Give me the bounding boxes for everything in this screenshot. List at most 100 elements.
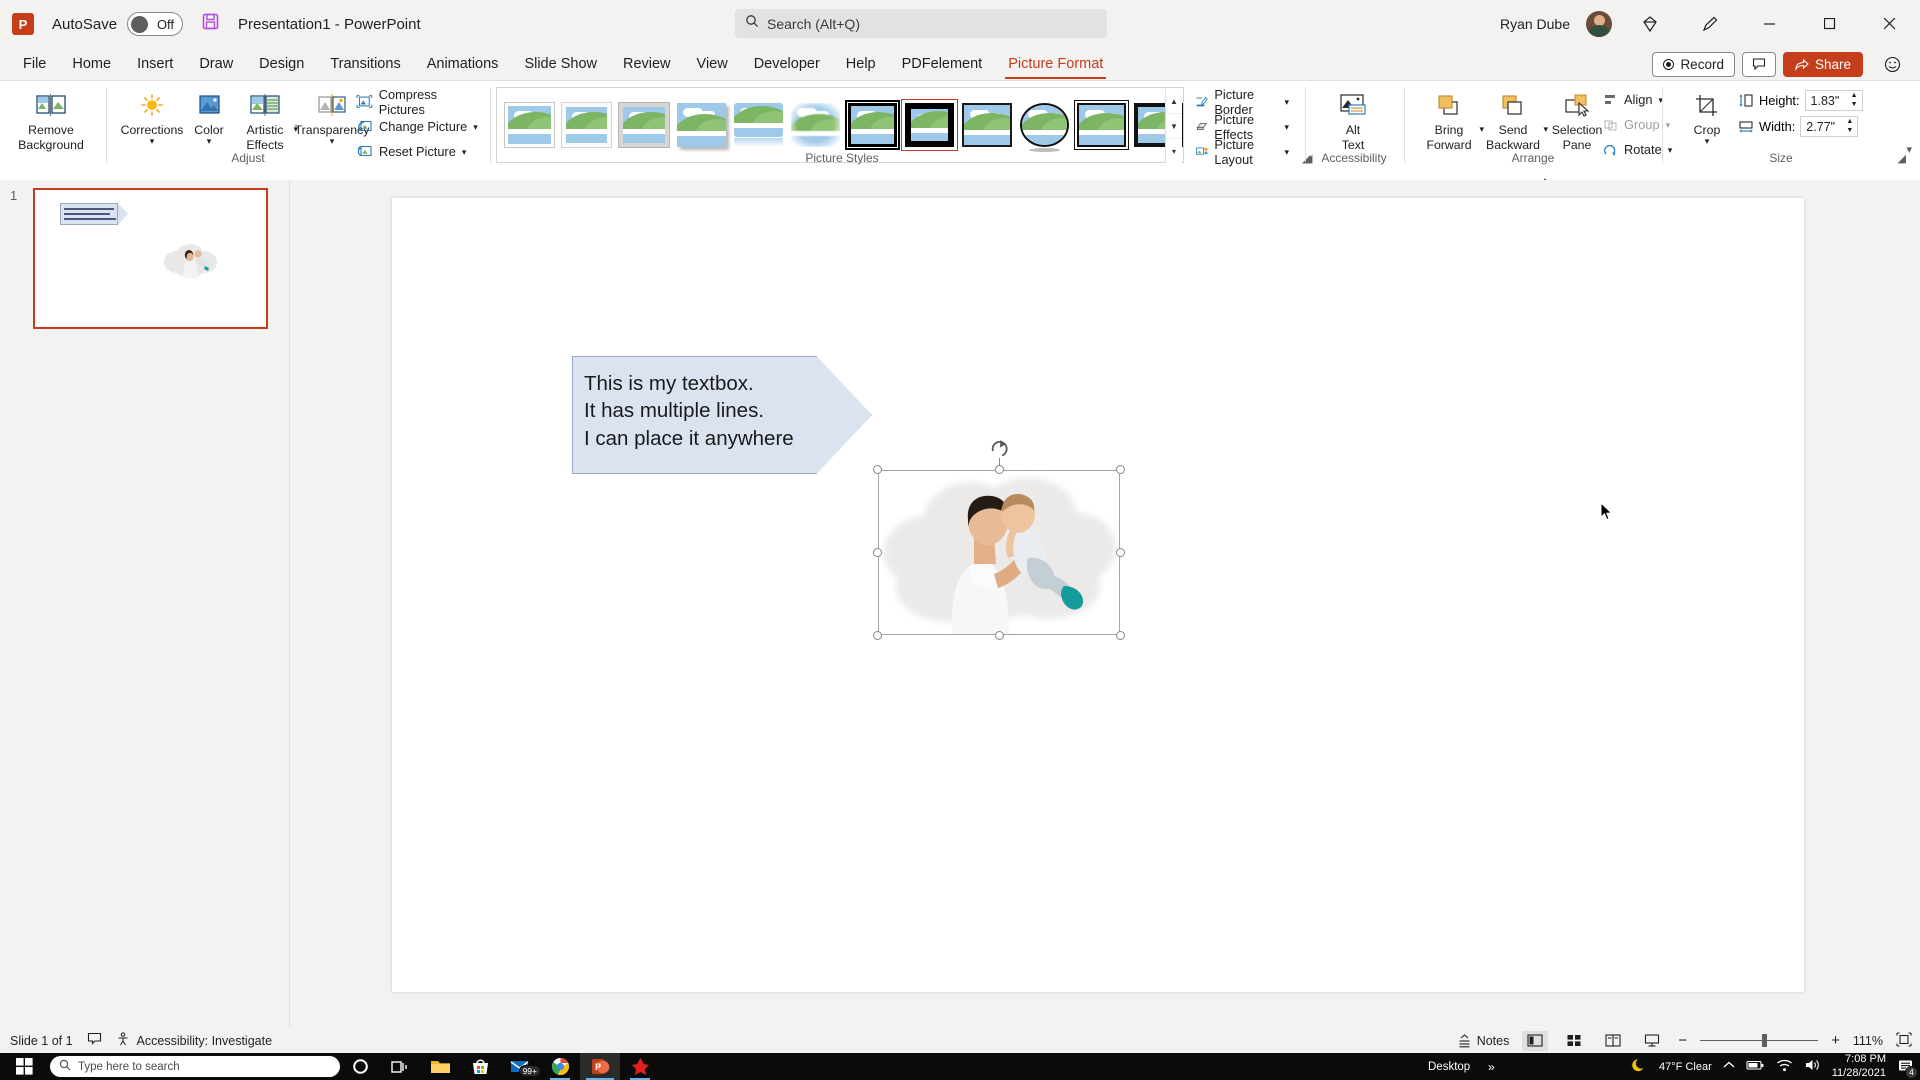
height-input[interactable]: 1.83" ▲ ▼ xyxy=(1804,90,1863,111)
feedback-smiley-icon[interactable] xyxy=(1870,48,1914,80)
chevron-down-icon[interactable]: ▾ xyxy=(1284,147,1289,156)
view-slide-show-button[interactable] xyxy=(1639,1031,1665,1051)
minimize-button[interactable] xyxy=(1748,8,1792,40)
slide-textbox-shape[interactable]: This is my textbox. It has multiple line… xyxy=(572,356,872,474)
task-view-icon[interactable] xyxy=(380,1053,420,1080)
tab-file[interactable]: File xyxy=(10,49,59,79)
tab-draw[interactable]: Draw xyxy=(186,49,246,79)
taskbar-search-input[interactable]: Type here to search xyxy=(50,1056,340,1077)
picture-style-simple-frame-white[interactable] xyxy=(503,102,556,148)
picture-border-button[interactable]: Picture Border ▾ xyxy=(1192,87,1292,117)
slide-editor[interactable]: This is my textbox. It has multiple line… xyxy=(290,180,1920,1028)
picture-style-drop-shadow-rectangle[interactable] xyxy=(676,103,726,147)
language-icon[interactable] xyxy=(87,1032,102,1049)
mail-icon[interactable]: 99+ xyxy=(500,1053,541,1080)
powerpoint-icon[interactable]: P xyxy=(580,1053,620,1080)
picture-style-bevel-oval-black[interactable] xyxy=(1019,103,1069,152)
tab-transitions[interactable]: Transitions xyxy=(317,49,413,79)
show-hidden-icons-icon[interactable] xyxy=(1723,1060,1735,1073)
clock[interactable]: 7:08 PM 11/28/2021 xyxy=(1832,1053,1886,1080)
tab-home[interactable]: Home xyxy=(59,49,124,79)
zoom-slider[interactable] xyxy=(1700,1034,1819,1048)
picture-layout-button[interactable]: Picture Layout ▾ xyxy=(1192,137,1292,167)
microsoft-store-icon[interactable] xyxy=(460,1053,500,1080)
picture-style-reflected-rounded-rectangle[interactable] xyxy=(733,103,783,147)
accessibility-status-label[interactable]: Accessibility: Investigate xyxy=(137,1034,272,1048)
weather-label[interactable]: 47°F Clear xyxy=(1659,1061,1712,1073)
zoom-level-label[interactable]: 111% xyxy=(1853,1034,1883,1048)
size-dialog-launcher[interactable]: ◢ xyxy=(1898,152,1906,165)
comments-button[interactable] xyxy=(1741,51,1776,77)
remove-background-button[interactable]: Remove Background xyxy=(12,83,90,154)
chevron-down-icon[interactable]: ▾ xyxy=(150,137,155,146)
chevron-down-icon[interactable]: ▾ xyxy=(1284,122,1289,131)
wifi-icon[interactable] xyxy=(1776,1059,1793,1075)
tab-slide-show[interactable]: Slide Show xyxy=(511,49,610,79)
view-reading-button[interactable] xyxy=(1600,1031,1626,1051)
tab-picture-format[interactable]: Picture Format xyxy=(995,49,1116,79)
notes-button[interactable]: Notes xyxy=(1457,1034,1509,1048)
width-stepper[interactable]: ▲ ▼ xyxy=(1844,118,1855,135)
align-button[interactable]: Align ▾ xyxy=(1600,87,1675,112)
desktop-label[interactable]: Desktop xyxy=(1428,1061,1470,1073)
rotation-handle[interactable] xyxy=(989,439,1009,459)
volume-icon[interactable] xyxy=(1804,1058,1821,1075)
gallery-scroll-up-button[interactable]: ▲ xyxy=(1166,89,1182,114)
close-button[interactable] xyxy=(1868,8,1912,40)
chevron-down-icon[interactable]: ▾ xyxy=(1284,97,1289,106)
save-icon[interactable] xyxy=(201,12,220,36)
chevron-down-icon[interactable]: ▾ xyxy=(1705,137,1710,146)
ribbon-display-options-icon[interactable] xyxy=(1628,8,1672,40)
slide-thumbnail-1[interactable] xyxy=(33,188,268,329)
chevron-down-icon[interactable]: ▾ xyxy=(473,122,478,131)
windows-start-icon[interactable] xyxy=(0,1053,48,1080)
gallery-scroll-down-button[interactable]: ▼ xyxy=(1166,114,1182,139)
chevron-down-icon[interactable]: ▾ xyxy=(330,137,335,146)
change-picture-button[interactable]: Change Picture ▾ xyxy=(353,114,488,139)
autosave-toggle[interactable]: Off xyxy=(127,12,184,36)
resize-handle-top-left[interactable] xyxy=(873,465,882,474)
view-normal-button[interactable] xyxy=(1522,1030,1549,1051)
resize-handle-middle-left[interactable] xyxy=(873,548,882,557)
notifications-icon[interactable]: 4 xyxy=(1897,1058,1918,1079)
picture-style-metal-frame[interactable] xyxy=(618,102,670,148)
share-button[interactable]: Share xyxy=(1782,51,1863,77)
textbox-text[interactable]: This is my textbox. It has multiple line… xyxy=(584,370,794,452)
tab-help[interactable]: Help xyxy=(833,49,889,79)
resize-handle-middle-right[interactable] xyxy=(1116,548,1125,557)
tab-review[interactable]: Review xyxy=(610,49,684,79)
battery-icon[interactable] xyxy=(1746,1059,1765,1074)
resize-handle-bottom-left[interactable] xyxy=(873,631,882,640)
picture-style-compound-frame-black[interactable] xyxy=(1073,100,1129,150)
resize-handle-top-right[interactable] xyxy=(1116,465,1125,474)
view-slide-sorter-button[interactable] xyxy=(1561,1031,1587,1051)
search-input[interactable]: Search (Alt+Q) xyxy=(735,9,1107,38)
tab-pdfelement[interactable]: PDFelement xyxy=(889,49,996,79)
picture-style-simple-frame-black[interactable] xyxy=(962,103,1012,147)
slide-count-label[interactable]: Slide 1 of 1 xyxy=(10,1034,73,1048)
tab-animations[interactable]: Animations xyxy=(414,49,512,79)
resize-handle-bottom-right[interactable] xyxy=(1116,631,1125,640)
slide-canvas[interactable]: This is my textbox. It has multiple line… xyxy=(392,198,1804,992)
height-stepper[interactable]: ▲ ▼ xyxy=(1849,92,1860,109)
picture-style-soft-edge-rectangle[interactable] xyxy=(790,103,841,147)
zoom-in-button[interactable]: + xyxy=(1831,1032,1840,1049)
zoom-slider-thumb[interactable] xyxy=(1762,1034,1768,1047)
tab-design[interactable]: Design xyxy=(246,49,317,79)
tab-insert[interactable]: Insert xyxy=(124,49,186,79)
pen-icon[interactable] xyxy=(1688,8,1732,40)
picture-style-beveled-matte-white[interactable] xyxy=(561,102,613,148)
wondershare-icon[interactable] xyxy=(620,1053,660,1080)
picture-effects-button[interactable]: Picture Effects ▾ xyxy=(1192,112,1292,142)
resize-handle-top-center[interactable] xyxy=(994,465,1004,474)
tab-view[interactable]: View xyxy=(684,49,741,79)
alt-text-button[interactable]: Alt Text xyxy=(1314,83,1392,154)
fit-slide-to-window-icon[interactable] xyxy=(1896,1031,1912,1050)
picture-style-double-frame-black[interactable] xyxy=(845,100,901,150)
selected-picture[interactable] xyxy=(873,440,1125,640)
slide-thumbnail-pane[interactable]: 1 xyxy=(0,180,290,1028)
width-input[interactable]: 2.77" ▲ ▼ xyxy=(1800,116,1859,137)
google-chrome-icon[interactable] xyxy=(540,1053,580,1080)
avatar[interactable] xyxy=(1586,11,1612,37)
cortana-icon[interactable] xyxy=(340,1053,380,1080)
